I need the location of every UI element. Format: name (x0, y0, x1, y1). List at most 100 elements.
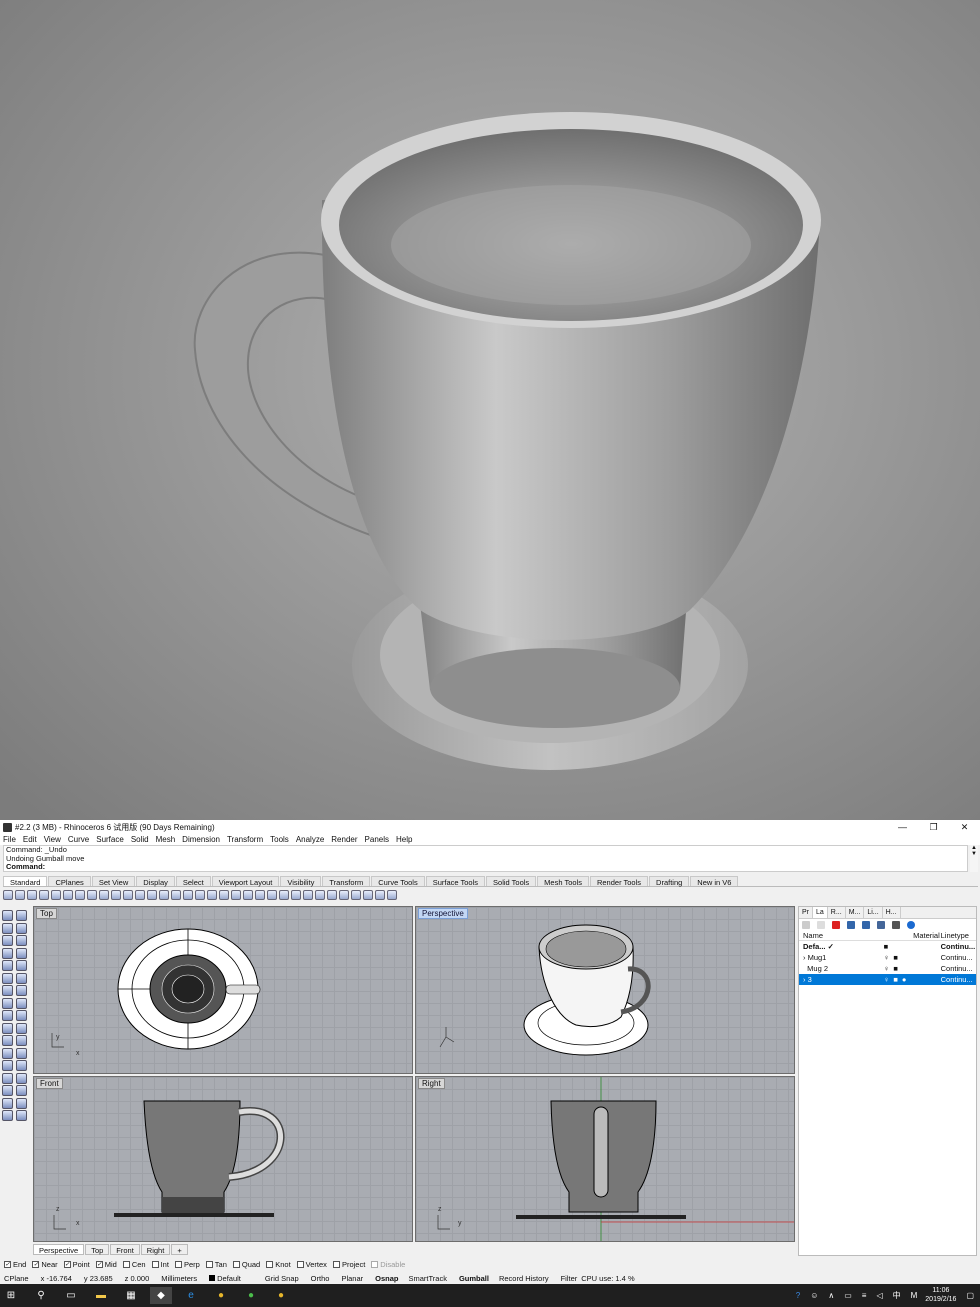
osnap-int[interactable]: Int (151, 1260, 169, 1269)
analyze-icon[interactable] (16, 1085, 27, 1096)
new-icon[interactable] (3, 890, 13, 900)
tab-display[interactable]: Display (136, 876, 175, 887)
tab-cplanes[interactable]: CPlanes (48, 876, 91, 887)
clock[interactable]: 11:06 2019/2/16 (925, 1286, 956, 1304)
extrude-icon[interactable] (16, 985, 27, 996)
panel-tab-help[interactable]: H... (883, 907, 901, 918)
osnap-quad[interactable]: Quad (232, 1260, 260, 1269)
polygon-icon[interactable] (2, 960, 13, 971)
tools-icon[interactable] (892, 921, 900, 929)
menu-file[interactable]: File (3, 834, 16, 845)
rectangle-icon[interactable] (16, 947, 27, 959)
scale-icon[interactable] (2, 1035, 13, 1046)
help-icon[interactable] (907, 921, 915, 929)
toggle-gumball[interactable]: Gumball (459, 1274, 489, 1283)
menu-panels[interactable]: Panels (365, 834, 389, 845)
curve-icon[interactable] (16, 922, 27, 934)
wechat-icon[interactable]: ● (240, 1287, 262, 1304)
osnap-end[interactable]: ✓ End (4, 1260, 26, 1269)
help-icon[interactable] (387, 890, 397, 900)
select-icon[interactable] (207, 890, 217, 900)
dimension-icon[interactable] (2, 1085, 13, 1096)
pan-icon[interactable] (111, 890, 121, 900)
minimize-button[interactable]: — (887, 820, 918, 834)
viewport-title-perspective[interactable]: Perspective (418, 908, 468, 919)
hide-icon[interactable] (243, 890, 253, 900)
shaded-icon[interactable] (315, 890, 325, 900)
viewport-tab-right[interactable]: Right (140, 1244, 171, 1255)
panel-tab-materials[interactable]: M... (846, 907, 865, 918)
panel-tab-properties[interactable]: Pr (799, 907, 813, 918)
import-icon[interactable] (51, 890, 61, 900)
osnap-knot[interactable]: Knot (266, 1260, 291, 1269)
command-scrollbar[interactable]: ▲ ▼ (970, 845, 978, 872)
move-up-icon[interactable] (847, 921, 855, 929)
zoom-icon[interactable] (147, 890, 157, 900)
point-icon[interactable] (16, 910, 27, 921)
copy-icon[interactable] (75, 890, 85, 900)
ellipse-icon[interactable] (2, 947, 13, 959)
properties-icon[interactable] (279, 890, 289, 900)
cut-icon[interactable] (63, 890, 73, 900)
open-icon[interactable] (15, 890, 25, 900)
notification-icon[interactable]: ▢ (966, 1291, 974, 1300)
menu-dimension[interactable]: Dimension (182, 834, 220, 845)
task-view-icon[interactable]: ▭ (60, 1287, 82, 1304)
zoom-window-icon[interactable] (159, 890, 169, 900)
move-down-icon[interactable] (862, 921, 870, 929)
osnap-point[interactable]: ✓ Point (63, 1260, 90, 1269)
box-icon[interactable] (2, 997, 13, 1009)
tab-set-view[interactable]: Set View (91, 876, 136, 887)
tab-solid-tools[interactable]: Solid Tools (486, 876, 537, 887)
array-icon[interactable] (2, 1047, 13, 1059)
status-units[interactable]: Millimeters (161, 1274, 197, 1283)
tab-render-tools[interactable]: Render Tools (589, 876, 649, 887)
viewport-front[interactable]: Front z x (33, 1076, 413, 1242)
check-icon[interactable] (16, 1097, 27, 1109)
mesh-icon[interactable] (2, 1010, 13, 1021)
menu-mesh[interactable]: Mesh (156, 834, 176, 845)
rhino-taskbar-icon[interactable]: ◆ (150, 1287, 172, 1304)
new-layer-icon[interactable] (802, 921, 810, 929)
trim-icon[interactable] (16, 1047, 27, 1059)
text-icon[interactable] (16, 960, 27, 971)
undo-icon[interactable] (99, 890, 109, 900)
command-area[interactable]: Command: _Undo Undoing Gumball move Comm… (3, 845, 968, 872)
osnap-disable[interactable]: Disable (371, 1260, 405, 1269)
tab-visibility[interactable]: Visibility (280, 876, 322, 887)
command-prompt[interactable]: Command: (6, 862, 967, 872)
tab-standard[interactable]: Standard (3, 876, 48, 887)
move-view-icon[interactable] (123, 890, 133, 900)
new-sublayer-icon[interactable] (817, 921, 825, 929)
split-icon[interactable] (2, 1060, 13, 1071)
toggle-planar[interactable]: Planar (341, 1274, 363, 1283)
maximize-button[interactable]: ❐ (918, 820, 949, 834)
search-icon[interactable]: ⚲ (30, 1287, 52, 1304)
four-viewports-icon[interactable] (195, 890, 205, 900)
osnap-mid[interactable]: ✓ Mid (95, 1260, 117, 1269)
block-icon[interactable] (2, 1097, 13, 1109)
layer-flags[interactable]: ■ (884, 941, 913, 952)
select-arrow-icon[interactable] (2, 910, 13, 921)
lightbulb-icon[interactable] (291, 890, 301, 900)
ime-mode-indicator[interactable]: M (911, 1291, 918, 1300)
menu-help[interactable]: Help (396, 834, 412, 845)
group-icon[interactable] (16, 1072, 27, 1084)
move-icon[interactable] (2, 1022, 13, 1034)
join-icon[interactable] (16, 1060, 27, 1071)
delete-layer-icon[interactable] (832, 921, 840, 929)
panel-tab-layers[interactable]: La (813, 907, 828, 918)
cplane-icon[interactable] (219, 890, 229, 900)
layer-row[interactable]: Mug 2 ♀ ■ Continu... (799, 963, 976, 974)
options-icon[interactable] (375, 890, 385, 900)
osnap-tan[interactable]: Tan (205, 1260, 227, 1269)
viewport-title-front[interactable]: Front (36, 1078, 63, 1089)
material-icon[interactable] (303, 890, 313, 900)
close-button[interactable]: ✕ (949, 820, 980, 834)
save-icon[interactable] (27, 890, 37, 900)
osnap-perp[interactable]: Perp (174, 1260, 200, 1269)
tab-transform[interactable]: Transform (322, 876, 371, 887)
file-explorer-icon[interactable]: ▬ (90, 1287, 112, 1304)
battery-icon[interactable]: ▭ (844, 1291, 852, 1300)
arc-icon[interactable] (16, 935, 27, 946)
